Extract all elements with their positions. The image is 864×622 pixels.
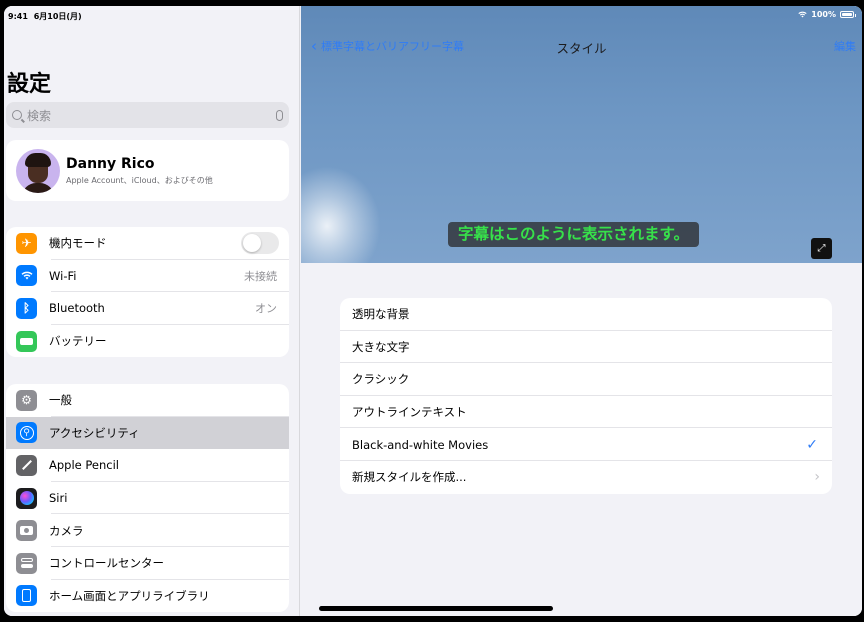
checkmark-icon: ✓ bbox=[806, 436, 818, 453]
create-new-style-button[interactable]: 新規スタイルを作成... › bbox=[340, 461, 832, 494]
sidebar-item-label: Siri bbox=[49, 491, 68, 506]
search-placeholder: 検索 bbox=[27, 108, 52, 123]
profile-subtitle: Apple Account、iCloud、およびその他 bbox=[66, 175, 213, 185]
status-date-text: 6月10日(月) bbox=[33, 12, 82, 21]
sidebar-item-label: バッテリー bbox=[49, 334, 107, 349]
bluetooth-status-value: オン bbox=[255, 302, 277, 316]
sidebar-item-label: 機内モード bbox=[49, 236, 107, 251]
settings-sidebar: 設定 検索 Danny Rico Apple Account、iCloud、およ… bbox=[4, 6, 300, 616]
wifi-icon bbox=[16, 265, 37, 287]
bluetooth-icon: ᛒ bbox=[16, 297, 37, 319]
status-time-text: 9:41 bbox=[8, 12, 28, 21]
style-item-classic[interactable]: クラシック bbox=[340, 363, 832, 396]
cloud-image bbox=[301, 166, 381, 263]
microphone-icon[interactable] bbox=[276, 109, 283, 121]
edit-button[interactable]: 編集 bbox=[834, 38, 856, 54]
chevron-right-icon: › bbox=[814, 469, 820, 486]
apple-account-card[interactable]: Danny Rico Apple Account、iCloud、およびその他 bbox=[6, 140, 289, 201]
sidebar-item-airplane-mode[interactable]: ✈ 機内モード bbox=[6, 227, 289, 260]
screen: 9:41 6月10日(月) 100% 設定 検索 Danny Rico Appl… bbox=[4, 6, 862, 616]
sidebar-item-label: Bluetooth bbox=[49, 301, 105, 316]
style-item-label: 透明な背景 bbox=[352, 307, 410, 322]
sidebar-item-control-center[interactable]: コントロールセンター bbox=[6, 547, 289, 580]
pencil-icon bbox=[16, 454, 37, 476]
sidebar-item-label: ホーム画面とアプリライブラリ bbox=[49, 588, 210, 603]
sidebar-item-siri[interactable]: Siri bbox=[6, 482, 289, 515]
navigation-bar: ‹ 標準字幕とバリアフリー字幕 スタイル 編集 bbox=[301, 36, 862, 56]
sidebar-item-accessibility[interactable]: ⚲ アクセシビリティ bbox=[6, 416, 289, 450]
status-time: 9:41 6月10日(月) bbox=[8, 11, 82, 22]
battery-percent: 100% bbox=[811, 10, 836, 19]
wifi-status-value: 未接続 bbox=[244, 269, 277, 283]
home-screen-icon bbox=[16, 585, 37, 607]
profile-name: Danny Rico bbox=[66, 155, 155, 172]
sidebar-item-label: アクセシビリティ bbox=[49, 425, 140, 440]
gear-icon: ⚙ bbox=[16, 389, 37, 411]
style-item-label: 新規スタイルを作成... bbox=[352, 470, 467, 485]
search-field[interactable]: 検索 bbox=[6, 102, 289, 128]
sidebar-item-battery[interactable]: バッテリー bbox=[6, 325, 289, 358]
expand-icon[interactable]: ⤢ bbox=[811, 238, 832, 259]
sidebar-item-home-screen[interactable]: ホーム画面とアプリライブラリ bbox=[6, 580, 289, 613]
sidebar-item-general[interactable]: ⚙ 一般 bbox=[6, 384, 289, 417]
home-indicator[interactable] bbox=[319, 606, 553, 611]
battery-status-icon bbox=[840, 11, 856, 18]
sidebar-item-camera[interactable]: カメラ bbox=[6, 514, 289, 547]
system-group: ⚙ 一般 ⚲ アクセシビリティ Apple Pencil Siri カメラ コン… bbox=[6, 384, 289, 613]
accessibility-icon: ⚲ bbox=[16, 422, 37, 444]
sidebar-item-apple-pencil[interactable]: Apple Pencil bbox=[6, 449, 289, 482]
page-title: スタイル bbox=[556, 41, 607, 56]
sidebar-item-label: Apple Pencil bbox=[49, 458, 119, 473]
airplane-icon: ✈ bbox=[16, 232, 37, 254]
sidebar-item-wifi[interactable]: Wi-Fi 未接続 bbox=[6, 260, 289, 293]
detail-pane: ‹ 標準字幕とバリアフリー字幕 スタイル 編集 字幕はこのように表示されます。 … bbox=[301, 6, 862, 616]
caption-sample-text: 字幕はこのように表示されます。 bbox=[448, 222, 699, 247]
sidebar-item-label: コントロールセンター bbox=[49, 556, 164, 571]
search-icon bbox=[12, 110, 22, 120]
style-item-label: Black-and-white Movies bbox=[352, 437, 489, 452]
sidebar-title: 設定 bbox=[7, 72, 52, 97]
style-item-large-text[interactable]: 大きな文字 bbox=[340, 331, 832, 364]
camera-icon bbox=[16, 520, 37, 542]
caption-preview: ‹ 標準字幕とバリアフリー字幕 スタイル 編集 字幕はこのように表示されます。 … bbox=[301, 6, 862, 263]
siri-icon bbox=[16, 487, 37, 509]
control-center-icon bbox=[16, 552, 37, 574]
style-item-label: アウトラインテキスト bbox=[352, 405, 467, 420]
airplane-mode-toggle[interactable] bbox=[241, 232, 279, 255]
style-item-outline-text[interactable]: アウトラインテキスト bbox=[340, 396, 832, 429]
status-indicators: 100% bbox=[798, 10, 856, 19]
wifi-status-icon bbox=[798, 11, 807, 18]
ipad-frame: 9:41 6月10日(月) 100% 設定 検索 Danny Rico Appl… bbox=[0, 0, 864, 622]
battery-icon bbox=[16, 330, 37, 352]
style-item-transparent-background[interactable]: 透明な背景 bbox=[340, 298, 832, 331]
connectivity-group: ✈ 機内モード Wi-Fi 未接続 ᛒ Bluetooth オン バッテリー bbox=[6, 227, 289, 358]
style-item-black-and-white-movies[interactable]: Black-and-white Movies ✓ bbox=[340, 428, 832, 461]
avatar bbox=[16, 148, 60, 193]
style-item-label: 大きな文字 bbox=[352, 339, 410, 354]
sidebar-item-label: カメラ bbox=[49, 523, 84, 538]
sidebar-item-label: Wi-Fi bbox=[49, 268, 77, 283]
sidebar-item-bluetooth[interactable]: ᛒ Bluetooth オン bbox=[6, 292, 289, 325]
sidebar-item-label: 一般 bbox=[49, 393, 72, 408]
style-list: 透明な背景 大きな文字 クラシック アウトラインテキスト Black-and-w… bbox=[340, 298, 832, 494]
style-item-label: クラシック bbox=[352, 372, 410, 387]
